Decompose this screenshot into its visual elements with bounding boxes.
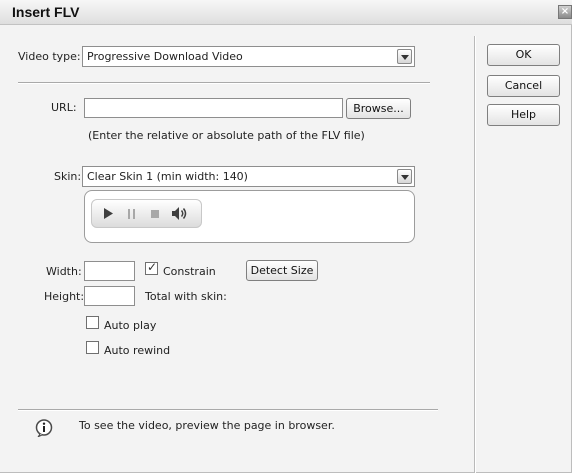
video-type-value: Progressive Download Video [87,50,243,63]
skin-select[interactable]: Clear Skin 1 (min width: 140) [82,166,415,187]
divider-bottom [18,409,438,411]
url-hint: (Enter the relative or absolute path of … [88,129,365,142]
cancel-button[interactable]: Cancel [487,75,560,97]
insert-flv-dialog: Insert FLV × Video type: Progressive Dow… [0,0,572,473]
video-type-select[interactable]: Progressive Download Video [82,46,415,67]
close-icon: × [560,6,570,17]
footer-message: To see the video, preview the page in br… [79,419,335,432]
right-separator [474,36,476,473]
close-button[interactable]: × [558,5,572,19]
ok-button[interactable]: OK [487,44,560,66]
pause-icon [128,209,135,219]
width-label: Width: [46,265,82,278]
auto-play-checkbox[interactable] [86,316,99,329]
dialog-title: Insert FLV [12,4,80,20]
skin-label: Skin: [54,170,82,183]
video-type-label: Video type: [18,50,81,63]
width-input[interactable] [84,261,135,281]
total-with-skin-label: Total with skin: [145,290,227,303]
volume-icon [172,207,187,220]
divider-top [18,82,430,84]
detect-size-button[interactable]: Detect Size [246,260,318,281]
height-label: Height: [44,290,85,303]
constrain-label: Constrain [163,265,216,278]
url-label: URL: [51,101,77,114]
auto-play-label: Auto play [104,319,157,332]
constrain-checkbox[interactable] [145,260,158,275]
play-icon [104,208,113,219]
skin-control-bar [91,199,202,228]
title-bar: Insert FLV × [0,0,572,25]
chevron-down-icon[interactable] [397,169,412,184]
height-input[interactable] [84,286,135,306]
chevron-down-icon[interactable] [397,49,412,64]
skin-value: Clear Skin 1 (min width: 140) [87,170,248,183]
auto-rewind-checkbox[interactable] [86,341,99,354]
skin-preview [84,190,415,243]
help-button[interactable]: Help [487,104,560,126]
browse-button[interactable]: Browse... [346,98,411,119]
auto-rewind-label: Auto rewind [104,344,171,357]
info-icon [35,419,53,437]
url-input[interactable] [84,98,343,118]
stop-icon [151,210,159,218]
